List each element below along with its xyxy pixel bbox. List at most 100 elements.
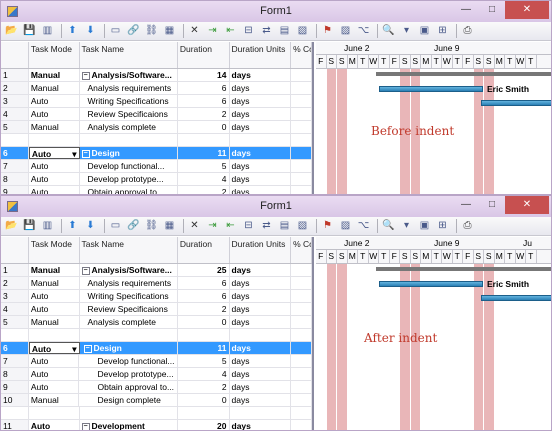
row-number[interactable]: 4 <box>1 108 29 120</box>
table-row[interactable]: 6 Auto ▾ − Design 11 days <box>1 147 312 160</box>
row-number[interactable]: 9 <box>1 381 29 393</box>
close-button[interactable]: ✕ <box>505 196 549 214</box>
duration-cell[interactable]: 2 <box>178 108 230 120</box>
maximize-button[interactable]: □ <box>479 196 505 214</box>
task-mode-cell[interactable]: Manual <box>29 82 80 94</box>
column-header[interactable]: Task Name <box>80 237 178 263</box>
task-name-cell[interactable]: Analysis complete <box>80 121 178 133</box>
percent-complete-cell[interactable] <box>291 69 312 81</box>
percent-complete-cell[interactable] <box>291 173 312 185</box>
gantt-chart[interactable]: June 2 June 9 FSSMTWTFSSMTWTFSSMTWT Eric … <box>316 42 551 194</box>
task-name-cell[interactable]: Develop functional... <box>80 160 178 172</box>
task-mode-cell[interactable]: Auto ▾ <box>28 147 80 159</box>
percent-complete-cell[interactable] <box>291 264 312 276</box>
calendar-icon[interactable]: ▦ <box>162 219 177 234</box>
task-mode-cell[interactable]: Manual <box>29 316 80 328</box>
gantt-chart[interactable]: June 2 June 9 Ju FSSMTWTFSSMTWTFSSMTWT Eri… <box>316 237 551 430</box>
duration-cell[interactable]: 11 <box>177 342 230 354</box>
table-row[interactable]: 4 Auto Review Specificaions 2 days <box>1 303 312 316</box>
zoom-icon[interactable]: 🔍 <box>381 219 396 234</box>
task-bar[interactable] <box>481 100 551 106</box>
dropdown-icon[interactable]: ▾ <box>72 149 76 158</box>
column-header[interactable]: Task Mode <box>29 237 80 263</box>
column-header[interactable]: Task Name <box>80 42 178 68</box>
table-row[interactable]: 5 Manual Analysis complete 0 days <box>1 121 312 134</box>
duration-cell[interactable]: 5 <box>178 160 230 172</box>
row-number[interactable]: 6 <box>1 342 29 354</box>
table-row[interactable]: 8 Auto Develop prototype... 4 days <box>1 173 312 186</box>
column-header[interactable]: Task Mode <box>29 42 80 68</box>
move-down-icon[interactable]: ⬇ <box>83 219 98 234</box>
split-icon[interactable]: ⊟ <box>241 219 256 234</box>
row-number[interactable]: 2 <box>1 82 29 94</box>
collapse-icon[interactable]: − <box>81 422 90 430</box>
open-icon[interactable]: 📂 <box>4 24 19 39</box>
percent-complete-cell[interactable] <box>291 394 312 406</box>
zoom-dropdown-icon[interactable]: ▾ <box>399 24 414 39</box>
summary-bar[interactable] <box>376 267 551 271</box>
task-mode-cell[interactable]: Auto <box>29 108 80 120</box>
task-name-cell[interactable]: − Development <box>80 420 178 430</box>
filter-icon[interactable]: ⚑ <box>320 24 335 39</box>
task-mode-cell[interactable]: Manual <box>29 394 80 406</box>
unlink-icon[interactable]: ⛓ <box>144 219 159 234</box>
duration-units-cell[interactable]: days <box>229 147 292 159</box>
task-name-cell[interactable]: − Analysis/Software... <box>80 69 178 81</box>
percent-complete-cell[interactable] <box>291 342 312 354</box>
percent-complete-cell[interactable] <box>291 186 312 194</box>
delete-icon[interactable]: ✕ <box>187 24 202 39</box>
table-row[interactable]: 2 Manual Analysis requirements 6 days <box>1 82 312 95</box>
column-header[interactable] <box>1 237 29 263</box>
task-grid[interactable]: Task Mode Task Name Duration Duration Units… <box>1 237 314 430</box>
task-name-cell[interactable]: Analysis requirements <box>80 82 178 94</box>
task-mode-cell[interactable]: Auto ▾ <box>28 342 80 354</box>
resource-icon[interactable]: ▨ <box>338 24 353 39</box>
task-name-cell[interactable]: Writing Specifications <box>80 290 178 302</box>
row-number[interactable]: 10 <box>1 394 29 406</box>
task-mode-cell[interactable]: Auto <box>29 173 80 185</box>
percent-complete-cell[interactable] <box>291 290 312 302</box>
assign-icon[interactable]: ⌥ <box>356 24 371 39</box>
duration-units-cell[interactable]: days <box>230 69 292 81</box>
duration-cell[interactable]: 6 <box>178 95 230 107</box>
column-header[interactable]: % Co <box>291 42 312 68</box>
move-up-icon[interactable]: ⬆ <box>65 219 80 234</box>
duration-cell[interactable]: 6 <box>178 82 230 94</box>
duration-units-cell[interactable]: days <box>230 420 292 430</box>
duration-units-cell[interactable]: days <box>230 82 292 94</box>
task-mode-cell[interactable]: Auto <box>29 368 80 380</box>
summary-bar[interactable] <box>376 72 551 76</box>
duration-units-cell[interactable]: days <box>230 186 292 194</box>
link-icon[interactable]: 🔗 <box>126 24 141 39</box>
duration-cell[interactable]: 20 <box>178 420 230 430</box>
task-name-cell[interactable]: Review Specificaions <box>80 108 178 120</box>
columns-icon[interactable]: ▥ <box>40 24 55 39</box>
dropdown-icon[interactable]: ▾ <box>72 344 76 353</box>
row-number[interactable]: 2 <box>1 277 29 289</box>
collapse-icon[interactable]: − <box>83 344 92 353</box>
row-number[interactable]: 11 <box>1 420 29 430</box>
percent-complete-cell[interactable] <box>291 82 312 94</box>
duration-cell[interactable]: 2 <box>178 381 230 393</box>
task-name-cell[interactable]: Writing Specifications <box>80 95 178 107</box>
table-icon[interactable]: ▤ <box>277 219 292 234</box>
duration-cell[interactable]: 4 <box>178 173 230 185</box>
minimize-button[interactable]: — <box>453 196 479 214</box>
task-name-cell[interactable]: − Design <box>79 342 178 354</box>
column-header[interactable]: Duration <box>178 42 230 68</box>
column-header[interactable] <box>1 42 29 68</box>
share-icon[interactable]: ⊞ <box>435 24 450 39</box>
duration-cell[interactable]: 5 <box>178 355 230 367</box>
duration-cell[interactable]: 14 <box>178 69 230 81</box>
row-number[interactable]: 7 <box>1 355 29 367</box>
duration-cell[interactable]: 4 <box>178 368 230 380</box>
collapse-icon[interactable]: − <box>81 149 90 158</box>
calendar-icon[interactable]: ▦ <box>162 24 177 39</box>
duration-units-cell[interactable]: days <box>230 264 292 276</box>
row-number[interactable]: 5 <box>1 121 29 133</box>
row-number[interactable]: 6 <box>1 147 29 159</box>
row-number[interactable]: 5 <box>1 316 29 328</box>
task-bar[interactable] <box>379 86 483 92</box>
table-row[interactable]: 9 Auto Obtain approval to... 2 days <box>1 186 312 194</box>
share-icon[interactable]: ⊞ <box>435 219 450 234</box>
